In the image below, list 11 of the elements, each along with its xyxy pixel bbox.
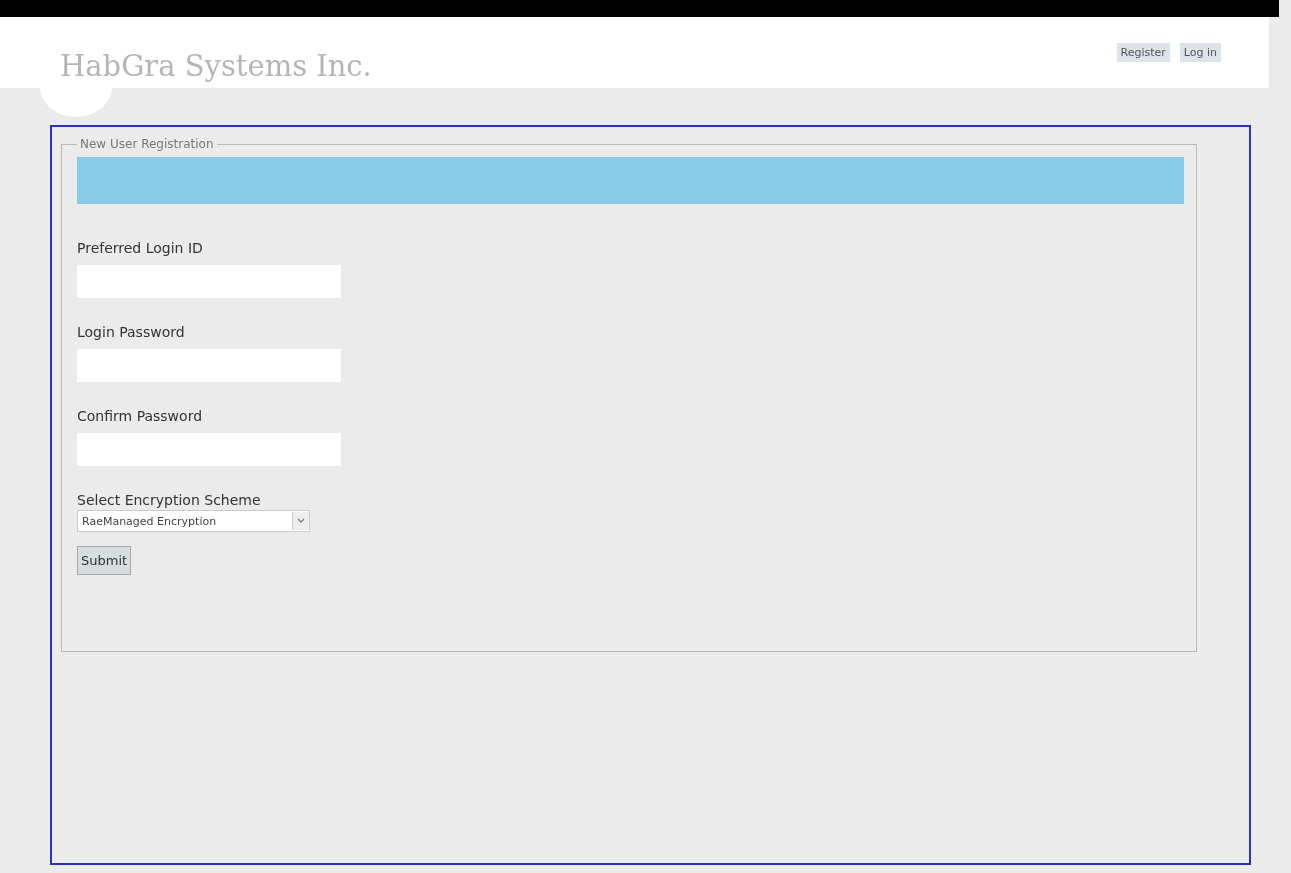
field-label: Login Password	[77, 324, 186, 340]
submit-button[interactable]: Submit	[77, 546, 132, 575]
encryption-dropdown[interactable]: RaeManaged Encryption	[77, 510, 310, 532]
caret-icon	[292, 512, 309, 530]
field-label: Preferred Login ID	[77, 240, 204, 256]
fieldset-legend: New User Registration	[77, 137, 217, 151]
site-logo: HabGra Systems Inc.	[60, 49, 372, 83]
field-label: Select Encryption Scheme	[77, 492, 262, 508]
nav-link[interactable]: Register	[1116, 43, 1170, 62]
nav-link[interactable]: Log in	[1179, 43, 1221, 62]
field-label: Confirm Password	[77, 408, 204, 424]
